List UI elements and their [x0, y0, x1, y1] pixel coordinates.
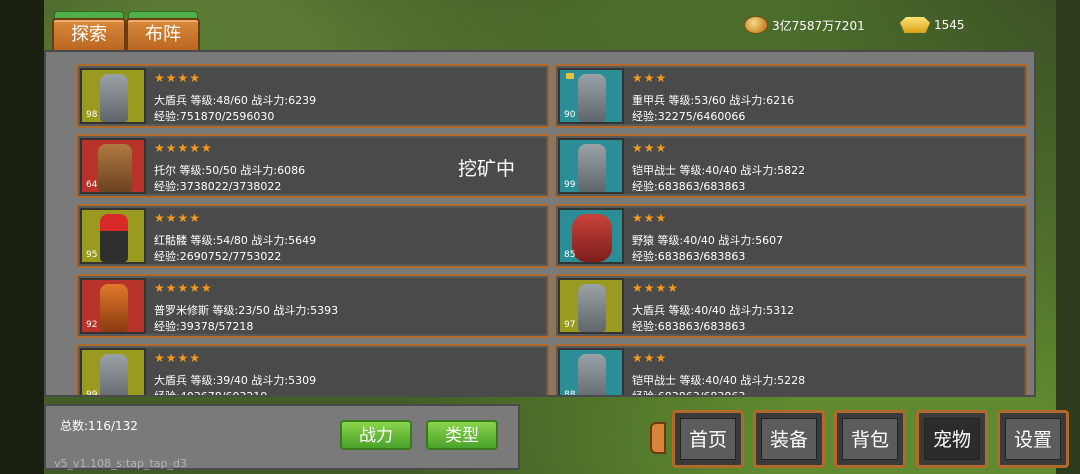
unit-experience: 经验:403678/603219 [154, 390, 268, 397]
red-skull-icon [100, 214, 128, 262]
unit-portrait: 64 [80, 138, 146, 194]
unit-level-badge: 64 [86, 180, 98, 190]
unit-stats: 大盾兵 等级:40/40 战斗力:5312 [632, 304, 795, 317]
nav-toggle-handle[interactable] [650, 422, 666, 454]
unit-card[interactable]: 99 ★★★ 铠甲战士 等级:40/40 战斗力:5822 经验:683863/683… [554, 134, 1028, 198]
version-label: v5_v1.108_s:tap_tap_d3 [54, 457, 187, 470]
unit-level-badge: 95 [86, 250, 98, 260]
unit-stats: 大盾兵 等级:39/40 战斗力:5309 [154, 374, 317, 387]
nav-equipment-button[interactable]: 装备 [753, 410, 825, 468]
left-edge [0, 0, 44, 474]
unit-total: 总数:116/132 [60, 419, 138, 433]
unit-experience: 经验:39378/57218 [154, 320, 254, 333]
unit-portrait: 85 [558, 208, 624, 264]
unit-stars: ★★★★ [154, 71, 202, 85]
unit-stars: ★★★★ [154, 351, 202, 365]
nav-settings-button[interactable]: 设置 [997, 410, 1069, 468]
nav-backpack-label: 背包 [842, 418, 898, 460]
thor-icon [98, 144, 132, 192]
unit-list-panel[interactable]: 98 ★★★★ 大盾兵 等级:48/60 战斗力:6239 经验:751870/259… [44, 50, 1036, 397]
unit-experience: 经验:32275/6460066 [632, 110, 746, 123]
unit-experience: 经验:683863/683863 [632, 320, 746, 333]
unit-experience: 经验:3738022/3738022 [154, 180, 282, 193]
unit-portrait: 98 [80, 68, 146, 124]
unit-level-badge: 98 [86, 110, 98, 120]
unit-card[interactable]: 64 ★★★★★ 托尔 等级:50/50 战斗力:6086 经验:3738022/37… [76, 134, 550, 198]
unit-stats: 普罗米修斯 等级:23/50 战斗力:5393 [154, 304, 339, 317]
unit-stars: ★★★★★ [154, 281, 213, 295]
unit-card[interactable]: 99 ★★★★ 大盾兵 等级:39/40 战斗力:5309 经验:403678/603… [76, 344, 550, 397]
unit-level-badge: 99 [86, 390, 98, 397]
unit-portrait: 97 [558, 278, 624, 334]
unit-portrait: 99 [558, 138, 624, 194]
unit-card[interactable]: 88 ★★★ 铠甲战士 等级:40/40 战斗力:5228 经验:683863/683… [554, 344, 1028, 397]
unit-experience: 经验:683863/683863 [632, 250, 746, 263]
tab-explore[interactable]: 探索 [52, 18, 126, 54]
ingot-display: 1545 [900, 15, 965, 35]
unit-portrait: 88 [558, 348, 624, 397]
unit-status: 挖矿中 [458, 158, 516, 180]
unit-card[interactable]: 98 ★★★★ 大盾兵 等级:48/60 战斗力:6239 经验:751870/259… [76, 64, 550, 128]
nav-home-label: 首页 [680, 418, 736, 460]
unit-stars: ★★★ [632, 351, 668, 365]
unit-stars: ★★★ [632, 211, 668, 225]
sort-by-power-button[interactable]: 战力 [340, 420, 412, 450]
unit-stats: 野猿 等级:40/40 战斗力:5607 [632, 234, 784, 247]
shield-soldier-icon [100, 74, 128, 122]
unit-stats: 铠甲战士 等级:40/40 战斗力:5822 [632, 164, 806, 177]
wild-ape-icon [572, 214, 612, 262]
armored-warrior-icon [578, 144, 606, 192]
unit-level-badge: 97 [564, 320, 576, 330]
unit-stats: 红骷髅 等级:54/80 战斗力:5649 [154, 234, 317, 247]
gold-ingot-icon [900, 17, 930, 33]
unit-portrait: 95 [80, 208, 146, 264]
unit-portrait: 92 [80, 278, 146, 334]
unit-experience: 经验:683863/683863 [632, 390, 746, 397]
shield-soldier-icon [578, 284, 606, 332]
gold-display: 3亿7587万7201 [744, 15, 865, 35]
gold-amount: 3亿7587万7201 [772, 18, 865, 33]
nav-equipment-label: 装备 [761, 418, 817, 460]
tab-formation[interactable]: 布阵 [126, 18, 200, 54]
unit-level-badge: 88 [564, 390, 576, 397]
right-edge [1056, 0, 1080, 474]
unit-experience: 经验:2690752/7753022 [154, 250, 282, 263]
unit-stars: ★★★★ [632, 281, 680, 295]
unit-level-badge: 99 [564, 180, 576, 190]
unit-stats: 托尔 等级:50/50 战斗力:6086 [154, 164, 306, 177]
unit-portrait: 99 [80, 348, 146, 397]
unit-portrait: 90 [558, 68, 624, 124]
unit-experience: 经验:683863/683863 [632, 180, 746, 193]
sort-by-type-button[interactable]: 类型 [426, 420, 498, 450]
unit-stars: ★★★ [632, 141, 668, 155]
unit-card[interactable]: 90 ★★★ 重甲兵 等级:53/60 战斗力:6216 经验:32275/64600… [554, 64, 1028, 128]
lock-icon [566, 73, 574, 79]
nav-backpack-button[interactable]: 背包 [834, 410, 906, 468]
unit-card[interactable]: 85 ★★★ 野猿 等级:40/40 战斗力:5607 经验:683863/68386… [554, 204, 1028, 268]
shield-soldier-icon [100, 354, 128, 395]
armored-warrior-icon [578, 354, 606, 395]
unit-stats: 铠甲战士 等级:40/40 战斗力:5228 [632, 374, 806, 387]
unit-level-badge: 90 [564, 110, 576, 120]
prometheus-icon [100, 284, 128, 332]
unit-card[interactable]: 97 ★★★★ 大盾兵 等级:40/40 战斗力:5312 经验:683863/683… [554, 274, 1028, 338]
nav-pets-label: 宠物 [924, 418, 980, 460]
unit-stars: ★★★★★ [154, 141, 213, 155]
unit-stars: ★★★★ [154, 211, 202, 225]
unit-card[interactable]: 92 ★★★★★ 普罗米修斯 等级:23/50 战斗力:5393 经验:39378/5… [76, 274, 550, 338]
unit-level-badge: 92 [86, 320, 98, 330]
unit-stars: ★★★ [632, 71, 668, 85]
unit-experience: 经验:751870/2596030 [154, 110, 275, 123]
nav-settings-label: 设置 [1005, 418, 1061, 460]
unit-stats: 大盾兵 等级:48/60 战斗力:6239 [154, 94, 317, 107]
unit-level-badge: 85 [564, 250, 576, 260]
unit-card[interactable]: 95 ★★★★ 红骷髅 等级:54/80 战斗力:5649 经验:2690752/77… [76, 204, 550, 268]
unit-stats: 重甲兵 等级:53/60 战斗力:6216 [632, 94, 795, 107]
heavy-armor-icon [578, 74, 606, 122]
ingot-amount: 1545 [934, 18, 965, 32]
gold-coin-icon [744, 16, 768, 34]
nav-home-button[interactable]: 首页 [672, 410, 744, 468]
nav-pets-button[interactable]: 宠物 [916, 410, 988, 468]
